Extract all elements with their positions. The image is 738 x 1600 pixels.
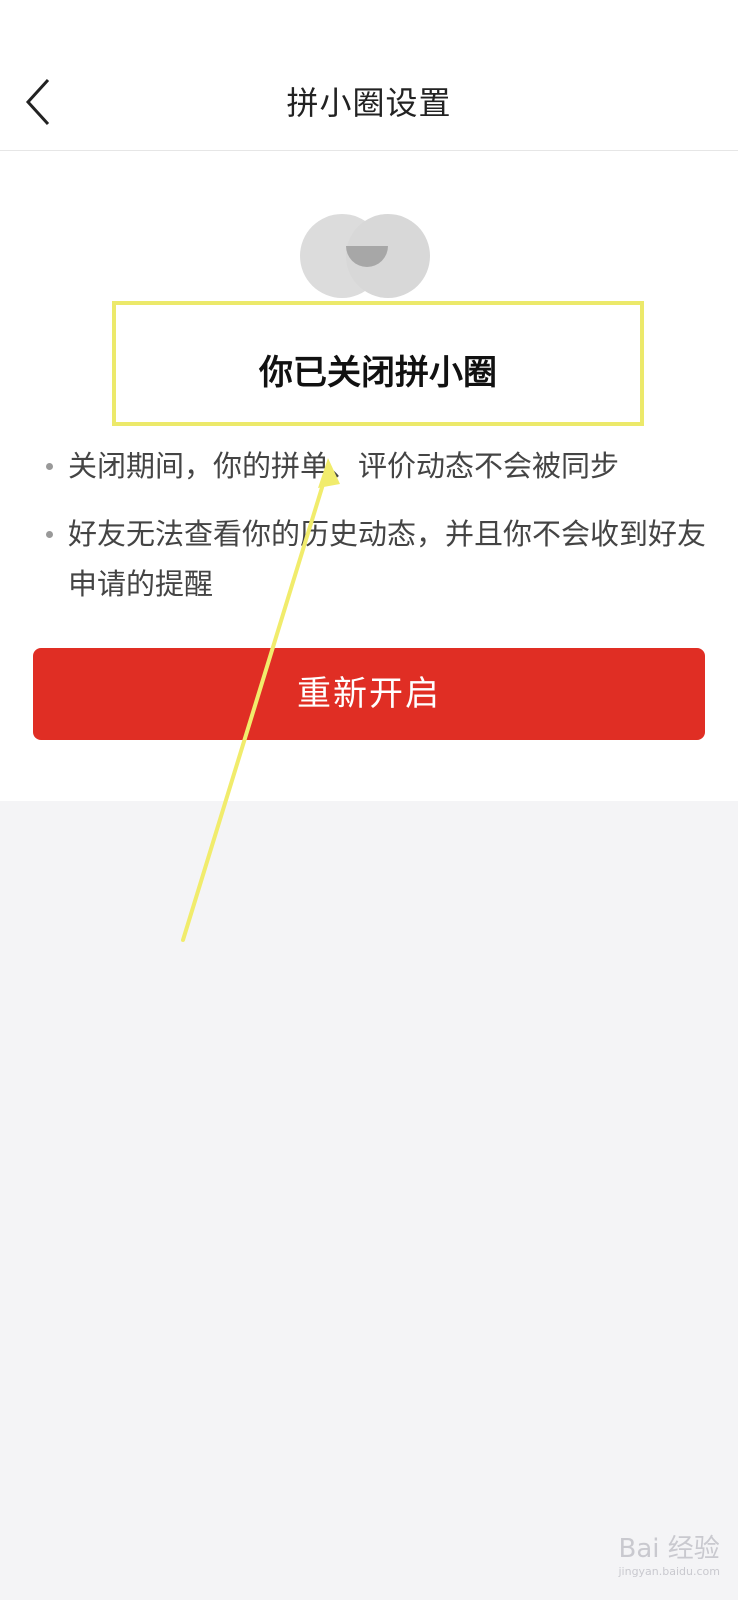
closed-title: 你已关闭拼小圈: [259, 353, 497, 393]
bullet-dot-icon: [46, 463, 53, 470]
watermark: Bai 经验 jingyan.baidu.com: [618, 1528, 720, 1578]
info-item-text: 关闭期间，你的拼单、评价动态不会被同步: [68, 449, 620, 483]
closed-notice-box: 你已关闭拼小圈: [112, 301, 644, 426]
header: 拼小圈设置: [0, 0, 738, 151]
bullet-dot-icon: [46, 531, 53, 538]
watermark-brand: Bai 经验: [618, 1534, 720, 1564]
reopen-button[interactable]: 重新开启: [33, 648, 705, 740]
main-content: 你已关闭拼小圈 关闭期间，你的拼单、评价动态不会被同步 好友无法查看你的历史动态…: [0, 151, 738, 801]
page-title: 拼小圈设置: [286, 84, 452, 122]
info-item: 关闭期间，你的拼单、评价动态不会被同步: [40, 441, 710, 491]
info-item: 好友无法查看你的历史动态，并且你不会收到好友申请的提醒: [40, 509, 710, 609]
watermark-domain: jingyan.baidu.com: [618, 1565, 720, 1578]
info-item-text: 好友无法查看你的历史动态，并且你不会收到好友申请的提醒: [68, 517, 707, 601]
info-list: 关闭期间，你的拼单、评价动态不会被同步 好友无法查看你的历史动态，并且你不会收到…: [40, 441, 710, 627]
pinxiaoquan-logo-icon: [300, 214, 430, 298]
